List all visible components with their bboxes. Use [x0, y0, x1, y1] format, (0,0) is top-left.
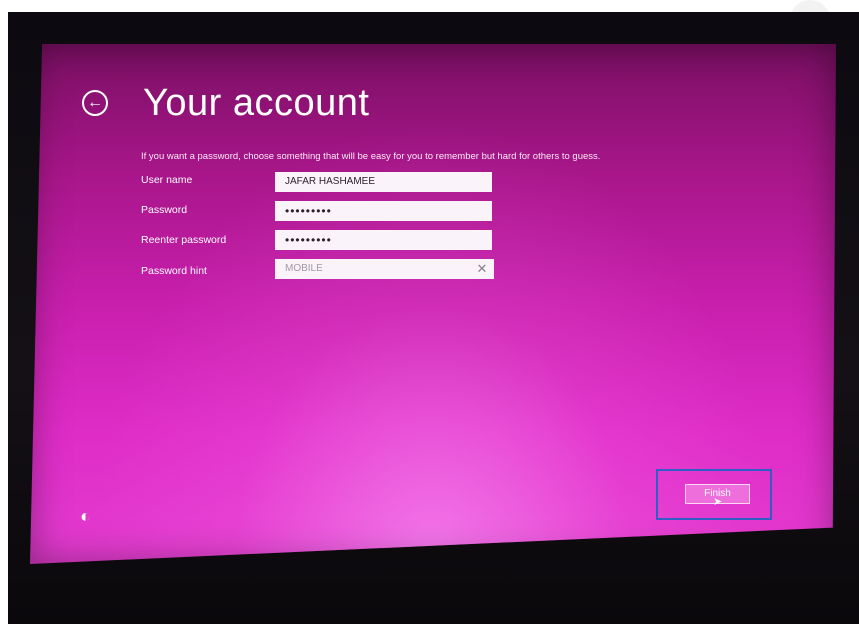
page-title: Your account [143, 82, 370, 124]
back-arrow-icon[interactable]: ← [82, 90, 108, 116]
reenter-password-field[interactable]: ••••••••• [275, 230, 492, 250]
password-label: Password [141, 204, 188, 216]
clear-icon[interactable]: ✕ [474, 260, 490, 278]
password-hint-field[interactable] [275, 259, 494, 279]
mouse-cursor-icon: ➤ [713, 496, 723, 508]
ease-of-access-icon[interactable]: ◐ [80, 506, 91, 527]
password-hint-label: Password hint [141, 265, 207, 277]
username-field[interactable] [275, 172, 492, 192]
reenter-password-label: Reenter password [141, 234, 227, 246]
password-field[interactable]: ••••••••• [275, 201, 492, 221]
username-label: User name [141, 174, 193, 186]
password-instructions: If you want a password, choose something… [141, 151, 601, 162]
